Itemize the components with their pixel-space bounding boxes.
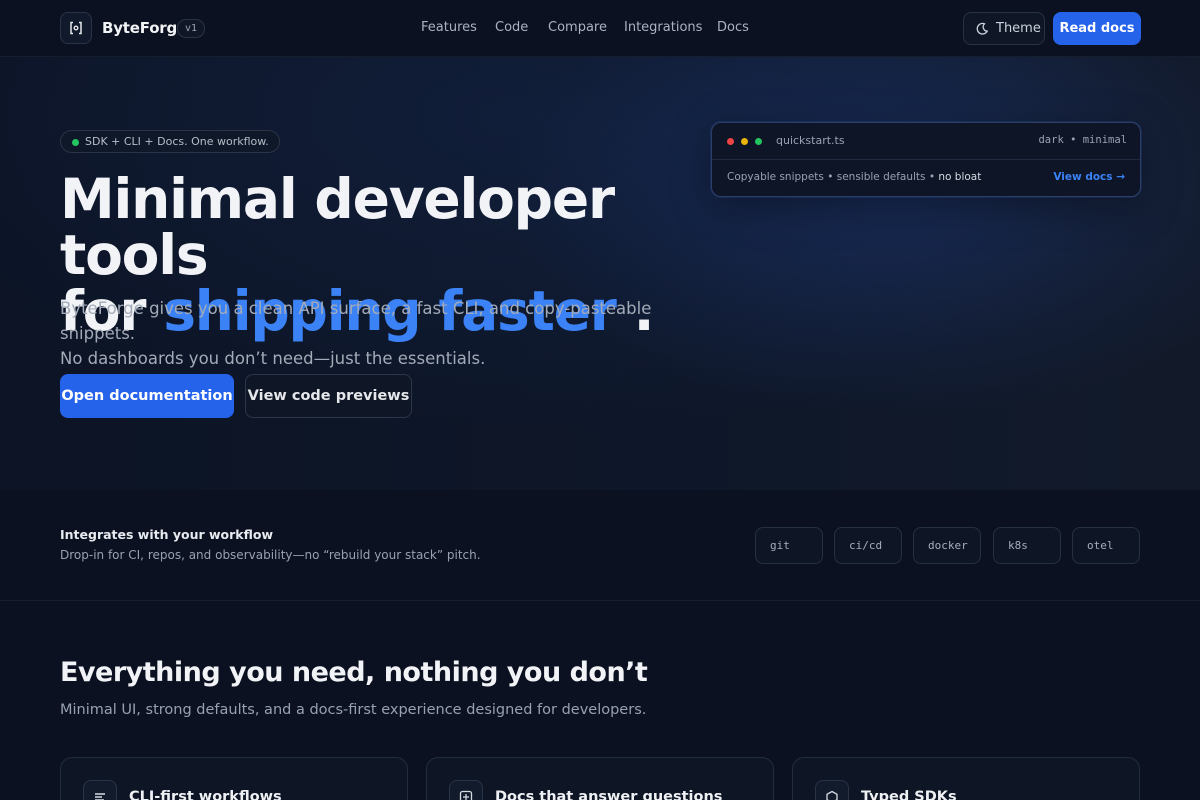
feature-title: CLI-first workflows bbox=[129, 789, 282, 800]
card-mode: dark • minimal bbox=[1038, 134, 1127, 146]
lines-icon bbox=[95, 793, 105, 800]
theme-button-label: Theme bbox=[996, 21, 1041, 36]
hero-title-line1: Minimal developer tools bbox=[60, 167, 615, 287]
chip-cicd[interactable]: ci/cd bbox=[834, 527, 902, 564]
moon-icon bbox=[976, 22, 989, 35]
brand-name[interactable]: ByteForge bbox=[102, 19, 187, 37]
nav-code[interactable]: Code bbox=[495, 20, 528, 35]
open-documentation-button[interactable]: Open documentation bbox=[60, 374, 234, 418]
tagline-pill: SDK + CLI + Docs. One workflow. bbox=[60, 130, 280, 153]
chip-k8s[interactable]: k8s bbox=[993, 527, 1061, 564]
version-badge: v1 bbox=[177, 19, 206, 38]
nav-integrations[interactable]: Integrations bbox=[624, 20, 702, 35]
feature-card-sdks[interactable]: Typed SDKs bbox=[792, 757, 1140, 800]
feature-card-cli[interactable]: CLI-first workflows bbox=[60, 757, 408, 800]
nav-compare[interactable]: Compare bbox=[548, 20, 607, 35]
feature-icon-box bbox=[83, 780, 117, 800]
green-dot-icon bbox=[755, 138, 762, 145]
feature-title: Docs that answer questions bbox=[495, 789, 723, 800]
chip-docker[interactable]: docker bbox=[913, 527, 981, 564]
hexagon-icon bbox=[826, 790, 838, 800]
hero-description: ByteForge gives you a clean API surface,… bbox=[60, 296, 700, 371]
view-code-previews-button[interactable]: View code previews bbox=[245, 374, 412, 418]
feature-title: Typed SDKs bbox=[861, 789, 957, 800]
features-subtitle: Minimal UI, strong defaults, and a docs-… bbox=[60, 702, 647, 718]
read-docs-button[interactable]: Read docs bbox=[1053, 12, 1141, 45]
chip-otel[interactable]: otel bbox=[1072, 527, 1140, 564]
nav-features[interactable]: Features bbox=[421, 20, 477, 35]
top-header: ByteForge v1 Features Code Compare Integ… bbox=[0, 0, 1200, 57]
card-filename: quickstart.ts bbox=[776, 134, 845, 147]
brackets-logo-icon bbox=[70, 21, 82, 35]
features-title: Everything you need, nothing you don’t bbox=[60, 657, 648, 688]
status-dot bbox=[72, 139, 79, 146]
feature-icon-box bbox=[449, 780, 483, 800]
view-docs-link[interactable]: View docs → bbox=[1053, 171, 1125, 183]
plus-square-icon bbox=[459, 790, 473, 800]
integrations-title: Integrates with your workflow bbox=[60, 527, 274, 542]
hero-description-line2: No dashboards you don’t need—just the es… bbox=[60, 349, 486, 368]
logo[interactable] bbox=[60, 12, 92, 44]
chip-git[interactable]: git bbox=[755, 527, 823, 564]
feature-card-docs[interactable]: Docs that answer questions bbox=[426, 757, 774, 800]
quickstart-card: quickstart.ts dark • minimal Copyable sn… bbox=[711, 122, 1141, 197]
card-description: Copyable snippets • sensible defaults • … bbox=[727, 171, 981, 183]
card-titlebar: quickstart.ts dark • minimal bbox=[712, 123, 1140, 160]
feature-icon-box bbox=[815, 780, 849, 800]
tagline-text: SDK + CLI + Docs. One workflow. bbox=[85, 135, 269, 148]
landing-page: ByteForge v1 Features Code Compare Integ… bbox=[0, 0, 1200, 800]
red-dot-icon bbox=[727, 138, 734, 145]
hero-description-line1: ByteForge gives you a clean API surface,… bbox=[60, 299, 652, 343]
nav-docs[interactable]: Docs bbox=[717, 20, 749, 35]
theme-toggle-button[interactable]: Theme bbox=[963, 12, 1045, 45]
yellow-dot-icon bbox=[741, 138, 748, 145]
integrations-subtitle: Drop-in for CI, repos, and observability… bbox=[60, 548, 481, 562]
card-description-text: Copyable snippets • sensible defaults • bbox=[727, 171, 939, 183]
integrations-section: Integrates with your workflow Drop-in fo… bbox=[0, 490, 1200, 601]
card-description-emphasis: no bloat bbox=[938, 171, 982, 183]
